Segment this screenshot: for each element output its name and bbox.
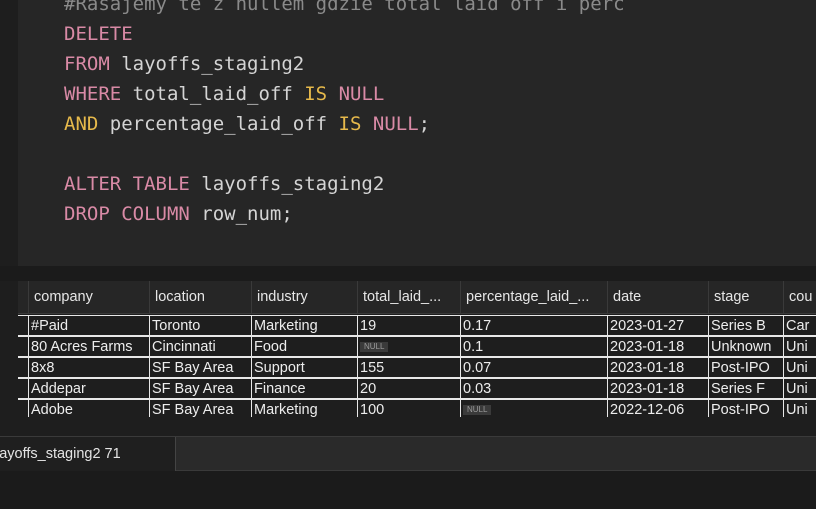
result-grid[interactable]: company location industry total_laid_... per… [18, 281, 816, 417]
table-cell[interactable]: Toronto [149, 315, 251, 336]
table-cell[interactable]: 0.1 [460, 336, 607, 357]
table-cell[interactable]: Unknown [708, 336, 783, 357]
code-line[interactable]: WHERE total_laid_off IS NULL [64, 79, 384, 109]
table-cell[interactable]: Support [251, 357, 357, 378]
code-token: IS [304, 83, 328, 105]
column-header[interactable]: percentage_laid_... [460, 281, 607, 314]
code-token: DROP COLUMN [64, 203, 190, 225]
row-marker[interactable] [18, 315, 28, 336]
table-cell[interactable]: NULL [357, 336, 460, 357]
code-token: DELETE [64, 23, 133, 45]
table-cell[interactable]: SF Bay Area [149, 357, 251, 378]
status-area [0, 471, 816, 509]
table-cell[interactable]: Post-IPO [708, 399, 783, 417]
table-cell[interactable]: Series F [708, 378, 783, 399]
code-token: WHERE [64, 83, 122, 105]
code-token: NULL [338, 83, 385, 105]
code-token: row_num; [189, 203, 293, 225]
table-cell[interactable]: 19 [357, 315, 460, 336]
code-line[interactable]: #Rasajemy te z nullem gdzie total laid o… [64, 0, 625, 19]
table-cell[interactable]: 0.07 [460, 357, 607, 378]
table-cell[interactable]: 2023-01-18 [607, 336, 708, 357]
code-line[interactable]: AND percentage_laid_off IS NULL; [64, 109, 430, 139]
row-marker[interactable] [18, 399, 28, 417]
code-line[interactable]: FROM layoffs_staging2 [64, 49, 304, 79]
table-row[interactable]: 8x8 SF Bay Area Support 155 0.07 2023-01-18 Po… [18, 357, 816, 378]
code-token: FROM [64, 53, 110, 75]
table-cell[interactable]: 20 [357, 378, 460, 399]
table-cell[interactable]: 8x8 [28, 357, 149, 378]
table-cell[interactable]: 155 [357, 357, 460, 378]
row-marker[interactable] [18, 357, 28, 378]
table-cell[interactable]: #Paid [28, 315, 149, 336]
result-tab[interactable]: layoffs_staging2 71 [0, 437, 176, 471]
code-token: IS [338, 113, 362, 135]
code-line[interactable]: DROP COLUMN row_num; [64, 199, 293, 229]
code-token: #Rasajemy te z nullem gdzie total laid o… [64, 0, 625, 15]
table-cell[interactable]: Series B [708, 315, 783, 336]
code-line[interactable]: ALTER TABLE layoffs_staging2 [64, 169, 384, 199]
table-cell[interactable]: NULL [460, 399, 607, 417]
code-token: NULL [372, 113, 419, 135]
row-marker[interactable] [18, 378, 28, 399]
table-cell[interactable]: Post-IPO [708, 357, 783, 378]
table-cell[interactable]: SF Bay Area [149, 378, 251, 399]
table-row[interactable]: #Paid Toronto Marketing 19 0.17 2023-01-27 Ser… [18, 315, 816, 336]
grid-header: company location industry total_laid_... per… [18, 281, 816, 314]
null-badge: NULL [463, 405, 492, 415]
column-header[interactable]: cou [783, 281, 816, 314]
column-header[interactable]: total_laid_... [357, 281, 460, 314]
code-token: percentage_laid_off [98, 113, 339, 135]
table-cell[interactable]: Food [251, 336, 357, 357]
table-cell[interactable]: 0.17 [460, 315, 607, 336]
column-header[interactable]: location [149, 281, 251, 314]
table-cell[interactable]: Uni [783, 336, 816, 357]
sql-editor[interactable]: #Rasajemy te z nullem gdzie total laid o… [18, 0, 816, 266]
table-cell[interactable]: Marketing [251, 315, 357, 336]
result-tab-label: layoffs_staging2 71 [0, 446, 121, 462]
table-cell[interactable]: 2023-01-18 [607, 357, 708, 378]
table-row[interactable]: 80 Acres Farms Cincinnati Food NULL 0.1 2023-… [18, 336, 816, 357]
column-header[interactable]: industry [251, 281, 357, 314]
table-cell[interactable]: Finance [251, 378, 357, 399]
table-cell[interactable]: 2023-01-18 [607, 378, 708, 399]
table-row[interactable]: Addepar SF Bay Area Finance 20 0.03 2023-01-1… [18, 378, 816, 399]
column-header[interactable]: company [28, 281, 149, 314]
table-cell[interactable]: 0.03 [460, 378, 607, 399]
table-cell[interactable]: 2022-12-06 [607, 399, 708, 417]
table-cell[interactable]: Uni [783, 378, 816, 399]
table-cell[interactable]: Car [783, 315, 816, 336]
code-token: layoffs_staging2 [189, 173, 385, 195]
table-cell[interactable]: Uni [783, 357, 816, 378]
table-cell[interactable]: 2023-01-27 [607, 315, 708, 336]
code-token: AND [64, 113, 99, 135]
code-token: ; [418, 113, 431, 135]
code-line[interactable]: DELETE [64, 19, 133, 49]
table-cell[interactable]: Uni [783, 399, 816, 417]
splitter[interactable] [0, 266, 816, 281]
row-marker[interactable] [18, 336, 28, 357]
column-header[interactable]: stage [708, 281, 783, 314]
table-cell[interactable]: Adobe [28, 399, 149, 417]
table-cell[interactable]: Cincinnati [149, 336, 251, 357]
null-badge: NULL [360, 342, 389, 352]
table-cell[interactable]: 80 Acres Farms [28, 336, 149, 357]
code-token: total_laid_off [121, 83, 305, 105]
table-cell[interactable]: Addepar [28, 378, 149, 399]
table-cell[interactable]: SF Bay Area [149, 399, 251, 417]
code-token: layoffs_staging2 [109, 53, 305, 75]
table-cell[interactable]: Marketing [251, 399, 357, 417]
column-header[interactable]: date [607, 281, 708, 314]
table-cell[interactable]: 100 [357, 399, 460, 417]
table-row[interactable]: Adobe SF Bay Area Marketing 100 NULL 2022-12-… [18, 399, 816, 417]
code-token: ALTER TABLE [64, 173, 190, 195]
result-tab-bar: layoffs_staging2 71 [0, 436, 816, 471]
